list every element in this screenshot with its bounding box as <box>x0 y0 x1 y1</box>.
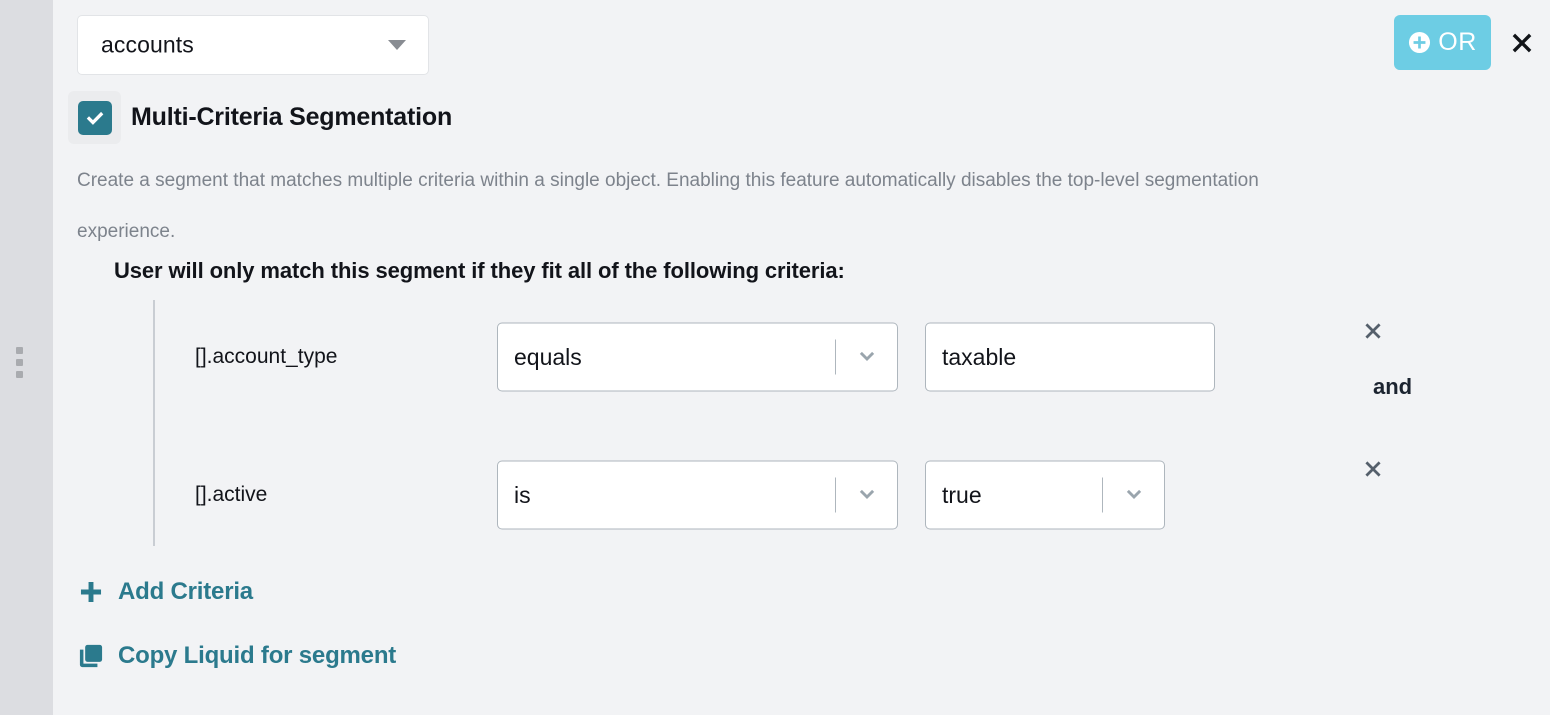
multi-criteria-label: Multi-Criteria Segmentation <box>131 103 453 131</box>
criteria-value-select[interactable]: true <box>925 460 1165 530</box>
remove-criteria-button[interactable] <box>1360 456 1386 482</box>
copy-icon <box>79 644 103 668</box>
plus-icon <box>80 581 102 603</box>
close-icon <box>1365 461 1381 477</box>
criteria-heading: User will only match this segment if the… <box>114 258 845 283</box>
table-row: [].account_type equals taxable and <box>155 322 1483 399</box>
criteria-field-label: [].active <box>195 483 268 506</box>
criteria-field-label: [].account_type <box>195 345 338 368</box>
criteria-operator-value: equals <box>514 343 582 370</box>
multi-criteria-toggle-row: Multi-Criteria Segmentation <box>68 91 452 144</box>
table-row: [].active is true <box>155 460 1483 530</box>
drag-dot <box>16 347 23 354</box>
copy-liquid-button[interactable]: Copy Liquid for segment <box>77 642 396 670</box>
object-select-value: accounts <box>101 31 194 58</box>
add-criteria-label: Add Criteria <box>118 578 253 605</box>
caret-down-icon <box>388 40 406 50</box>
checkbox-box <box>77 100 112 135</box>
panel-resize-rail[interactable] <box>0 0 53 715</box>
chevron-down-icon <box>859 351 875 361</box>
divider <box>1102 477 1103 513</box>
drag-handle-icon[interactable] <box>16 347 26 383</box>
criteria-operator-select[interactable]: equals <box>497 322 898 392</box>
or-button-label: OR <box>1438 28 1477 56</box>
criteria-value-text: true <box>942 481 982 508</box>
drag-dot <box>16 371 23 378</box>
close-icon[interactable] <box>1506 27 1538 59</box>
divider <box>835 339 836 375</box>
chevron-down-icon <box>1126 489 1142 499</box>
divider <box>835 477 836 513</box>
criteria-operator-value: is <box>514 481 531 508</box>
add-criteria-button[interactable]: Add Criteria <box>77 578 253 606</box>
criteria-value-input[interactable]: taxable <box>925 322 1215 392</box>
plus-circle-icon <box>1409 31 1431 54</box>
multi-criteria-checkbox[interactable] <box>68 91 121 144</box>
remove-criteria-button[interactable] <box>1360 318 1386 344</box>
object-select[interactable]: accounts <box>77 15 429 75</box>
criteria-joiner-label: and <box>1373 374 1413 399</box>
check-icon <box>86 111 103 125</box>
copy-liquid-label: Copy Liquid for segment <box>118 642 397 669</box>
criteria-operator-select[interactable]: is <box>497 460 898 530</box>
criteria-group: [].account_type equals taxable and [].ac… <box>153 300 1483 546</box>
drag-dot <box>16 359 23 366</box>
multi-criteria-description: Create a segment that matches multiple c… <box>77 170 1259 242</box>
chevron-down-icon <box>859 489 875 499</box>
close-icon <box>1365 323 1381 339</box>
criteria-value-text: taxable <box>942 343 1017 370</box>
segment-criteria-panel: accounts OR Multi-Criteria Segmentation … <box>53 0 1550 715</box>
add-or-group-button[interactable]: OR <box>1394 15 1491 70</box>
